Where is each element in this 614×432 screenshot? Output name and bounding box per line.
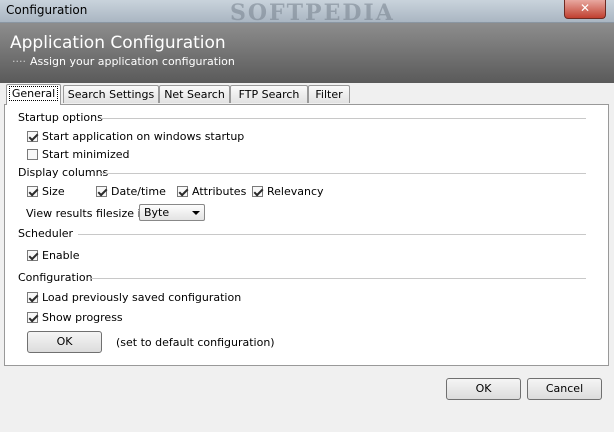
banner-title: Application Configuration [10, 33, 226, 53]
datetime-row[interactable]: Date/time [96, 185, 166, 198]
start-minimized-label: Start minimized [42, 148, 130, 161]
filesize-unit-select[interactable]: Byte [139, 204, 205, 221]
start-on-boot-checkbox[interactable] [27, 131, 38, 142]
chevron-down-icon [192, 211, 200, 215]
default-config-note: (set to default configuration) [116, 336, 275, 349]
startup-options-heading: Startup options [18, 111, 103, 124]
start-on-boot-row[interactable]: Start application on windows startup [27, 130, 244, 143]
close-icon[interactable]: ✕ [564, 0, 606, 19]
divider [78, 234, 586, 235]
reset-ok-button[interactable]: OK [27, 331, 102, 353]
size-checkbox[interactable] [27, 186, 38, 197]
scheduler-enable-label: Enable [42, 249, 80, 262]
divider [101, 173, 586, 174]
display-columns-heading: Display columns [18, 166, 109, 179]
cancel-button[interactable]: Cancel [527, 378, 602, 400]
general-tab-panel: Startup options Start application on win… [4, 104, 609, 366]
tab-general-label: General [8, 86, 59, 101]
header-banner: Application Configuration ···· Assign you… [0, 23, 614, 83]
tab-search-settings[interactable]: Search Settings [63, 85, 159, 103]
show-progress-checkbox[interactable] [27, 312, 38, 323]
show-progress-label: Show progress [42, 311, 123, 324]
filesize-unit-value: Byte [144, 206, 170, 219]
filesize-label: View results filesize in [26, 207, 148, 220]
load-saved-label: Load previously saved configuration [42, 291, 242, 304]
banner-subtitle-text: Assign your application configuration [30, 55, 235, 68]
configuration-heading: Configuration [18, 271, 93, 284]
tab-net-search[interactable]: Net Search [159, 85, 230, 103]
divider [91, 278, 586, 279]
start-minimized-checkbox[interactable] [27, 149, 38, 160]
start-minimized-row[interactable]: Start minimized [27, 148, 129, 161]
datetime-label: Date/time [111, 185, 166, 198]
window-title: Configuration [6, 3, 88, 17]
tab-general[interactable]: General [6, 84, 61, 105]
scheduler-heading: Scheduler [18, 227, 74, 240]
relevancy-label: Relevancy [267, 185, 324, 198]
relevancy-checkbox[interactable] [252, 186, 263, 197]
attributes-row[interactable]: Attributes [177, 185, 246, 198]
tab-ftp-search[interactable]: FTP Search [230, 85, 308, 103]
load-saved-row[interactable]: Load previously saved configuration [27, 291, 241, 304]
relevancy-row[interactable]: Relevancy [252, 185, 324, 198]
attributes-checkbox[interactable] [177, 186, 188, 197]
start-on-boot-label: Start application on windows startup [42, 130, 245, 143]
datetime-checkbox[interactable] [96, 186, 107, 197]
size-row[interactable]: Size [27, 185, 65, 198]
subtitle-prefix: ···· [12, 55, 26, 68]
title-bar: Configuration SOFTPEDIA ✕ [0, 0, 614, 26]
show-progress-row[interactable]: Show progress [27, 311, 123, 324]
banner-subtitle: ···· Assign your application configuratio… [12, 55, 235, 68]
scheduler-enable-row[interactable]: Enable [27, 249, 79, 262]
divider [101, 118, 586, 119]
ok-button[interactable]: OK [446, 378, 521, 400]
load-saved-checkbox[interactable] [27, 292, 38, 303]
tab-filter[interactable]: Filter [308, 85, 350, 103]
size-label: Size [42, 185, 65, 198]
scheduler-enable-checkbox[interactable] [27, 250, 38, 261]
attributes-label: Attributes [192, 185, 247, 198]
